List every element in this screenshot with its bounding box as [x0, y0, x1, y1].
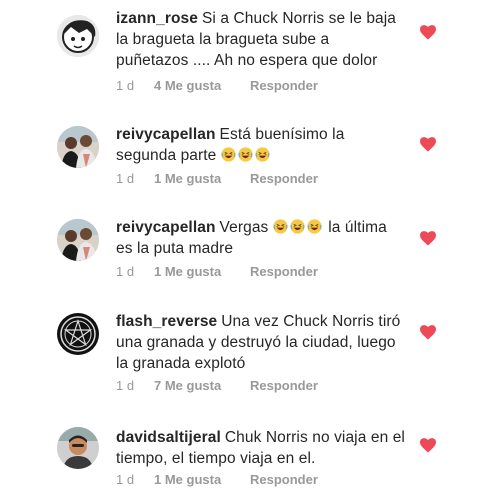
comment-time: 1 d [116, 264, 135, 279]
laughing-emoji-icon [290, 219, 305, 234]
reply-button[interactable]: Responder [250, 472, 318, 487]
likes-count[interactable]: 1 Me gusta [154, 472, 250, 487]
laughing-emoji-icon [238, 147, 253, 162]
comment-meta: 1 d 4 Me gusta Responder [116, 78, 318, 93]
avatar[interactable] [57, 219, 99, 261]
comment-username[interactable]: reivycapellan [116, 219, 216, 236]
avatar[interactable] [57, 126, 99, 168]
avatar[interactable] [57, 15, 99, 57]
reply-button[interactable]: Responder [250, 78, 318, 93]
comment-meta: 1 d 1 Me gusta Responder [116, 171, 318, 186]
laughing-emoji-icon [273, 219, 288, 234]
comment-text: flash_reverse Una vez Chuck Norris tiró u… [116, 311, 406, 374]
comment-meta: 1 d 1 Me gusta Responder [116, 472, 318, 487]
comment-body-before: Vergas [219, 219, 269, 236]
comment-time: 1 d [116, 78, 135, 93]
comment-username[interactable]: izann_rose [116, 10, 198, 27]
likes-count[interactable]: 7 Me gusta [154, 378, 250, 393]
reply-button[interactable]: Responder [250, 171, 318, 186]
comment-text: davidsaltijeral Chuk Norris no viaja en e… [116, 427, 406, 469]
comment-time: 1 d [116, 378, 135, 393]
likes-count[interactable]: 1 Me gusta [154, 171, 250, 186]
comment-time: 1 d [116, 472, 135, 487]
likes-count[interactable]: 4 Me gusta [154, 78, 250, 93]
comment-username[interactable]: flash_reverse [116, 313, 217, 330]
avatar[interactable] [57, 427, 99, 469]
reply-button[interactable]: Responder [250, 378, 318, 393]
heart-icon[interactable] [420, 25, 436, 40]
laughing-emoji-icon [221, 147, 236, 162]
heart-icon[interactable] [420, 137, 436, 152]
comment-time: 1 d [116, 171, 135, 186]
comment-meta: 1 d 7 Me gusta Responder [116, 378, 318, 393]
comment-meta: 1 d 1 Me gusta Responder [116, 264, 318, 279]
heart-icon[interactable] [420, 325, 436, 340]
laughing-emoji-icon [255, 147, 270, 162]
heart-icon[interactable] [420, 231, 436, 246]
heart-icon[interactable] [420, 438, 436, 453]
laughing-emoji-icon [307, 219, 322, 234]
avatar[interactable] [57, 313, 99, 355]
comment-username[interactable]: reivycapellan [116, 126, 216, 143]
likes-count[interactable]: 1 Me gusta [154, 264, 250, 279]
comment-username[interactable]: davidsaltijeral [116, 429, 221, 446]
comment-text: reivycapellan Vergas la última es la puta… [116, 217, 406, 259]
comment-text: reivycapellan Está buenísimo la segunda p… [116, 124, 406, 166]
reply-button[interactable]: Responder [250, 264, 318, 279]
comment-text: izann_rose Si a Chuck Norris se le baja l… [116, 8, 406, 71]
